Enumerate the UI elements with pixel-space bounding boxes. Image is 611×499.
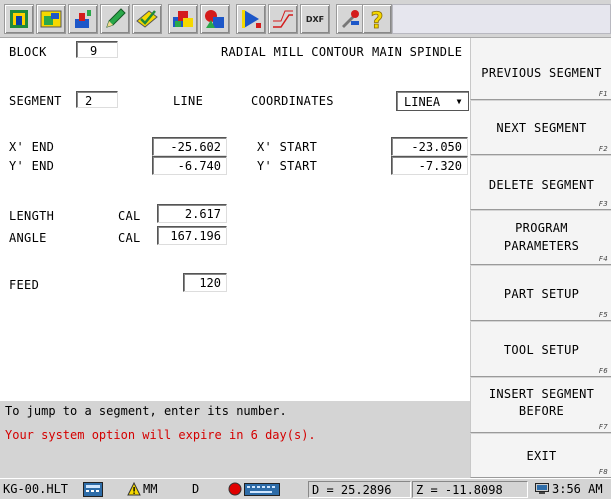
part-setup-label: PART SETUP [503,287,580,301]
next-segment-button[interactable]: NEXT SEGMENT F2 [470,101,611,155]
chevron-down-icon[interactable]: ▼ [452,95,466,108]
block-field[interactable]: 9 [76,41,118,58]
solids-icon[interactable] [168,4,198,34]
dxf-icon[interactable]: DXF [300,4,330,34]
svg-text:?: ? [371,9,384,31]
f5-key-label: F5 [598,311,608,319]
x-start-field[interactable]: -23.050 [391,137,468,156]
block-label: BLOCK [9,45,47,59]
x-end-label: X' END [9,140,55,154]
part-setup-button[interactable]: PART SETUP F5 [470,266,611,321]
softkey-panel: PREVIOUS SEGMENT F1 NEXT SEGMENT F2 DELE… [470,38,611,478]
y-start-field[interactable]: -7.320 [391,156,468,175]
f1-key-label: F1 [598,90,608,98]
hint-message: To jump to a segment, enter its number. [0,401,470,424]
tool-setup-label: TOOL SETUP [503,343,580,357]
angle-cal-label: CAL [118,231,141,245]
coordinates-value: LINEA [404,95,441,109]
calculator-icon[interactable] [83,481,103,497]
path-icon[interactable] [268,4,298,34]
insert-segment-before-button[interactable]: INSERT SEGMENT BEFORE F7 [470,378,611,433]
keyboard-icon[interactable] [244,481,280,497]
toolbar-empty-area [392,4,611,34]
insert-segment-label-line2: BEFORE [518,404,565,418]
y-start-label: Y' START [257,159,318,173]
f4-key-label: F4 [598,255,608,263]
program-parameters-button[interactable]: PROGRAM PARAMETERS F4 [470,211,611,265]
clock: 3:56 AM [552,482,603,496]
tool-setup-button[interactable]: TOOL SETUP F6 [470,322,611,377]
operation-title: RADIAL MILL CONTOUR [221,45,364,59]
previous-segment-button[interactable]: PREVIOUS SEGMENT F1 [470,38,611,100]
length-cal-label: CAL [118,209,141,223]
shapes-icon[interactable] [200,4,230,34]
dxf-label: DXF [305,14,325,24]
toolbar: DXF ? [0,0,611,38]
angle-field[interactable]: 167.196 [157,226,227,245]
monitor-icon [535,481,549,497]
z-readout: Z = -11.8098 [412,481,528,498]
segment-label: SEGMENT [9,94,62,108]
spindle-label: MAIN SPINDLE [372,45,463,59]
warning-icon [127,481,141,497]
previous-segment-label: PREVIOUS SEGMENT [481,66,602,80]
status-light-icon [228,481,242,497]
angle-label: ANGLE [9,231,47,245]
exit-button[interactable]: EXIT F8 [470,434,611,478]
insert-segment-label-line1: INSERT SEGMENT [488,387,595,401]
help-icon[interactable]: ? [362,4,392,34]
status-bar: KG-00.HLT MM D D = 25.2896 Z = -11.8098 … [0,478,611,499]
x-start-label: X' START [257,140,318,154]
segment-form: BLOCK 9 RADIAL MILL CONTOUR MAIN SPINDLE… [0,38,469,400]
run-icon[interactable] [236,4,266,34]
f2-key-label: F2 [598,145,608,153]
delete-segment-button[interactable]: DELETE SEGMENT F3 [470,156,611,210]
coordinates-label: COORDINATES [251,94,334,108]
coordinates-select[interactable]: LINEA ▼ [396,91,469,111]
load-icon[interactable] [36,4,66,34]
segment-type: LINE [173,94,204,108]
length-label: LENGTH [9,209,55,223]
mode-indicator: D [192,482,200,496]
edit-check-icon[interactable] [132,4,162,34]
y-end-field[interactable]: -6.740 [152,156,227,175]
pencil-icon[interactable] [100,4,130,34]
f7-key-label: F7 [598,423,608,431]
f3-key-label: F3 [598,200,608,208]
y-end-label: Y' END [9,159,55,173]
diameter-readout: D = 25.2896 [308,481,411,498]
f6-key-label: F6 [598,367,608,375]
length-field[interactable]: 2.617 [157,204,227,223]
delete-segment-label: DELETE SEGMENT [488,178,595,192]
segment-field[interactable]: 2 [76,91,118,108]
next-segment-label: NEXT SEGMENT [496,121,587,135]
feed-label: FEED [9,278,40,292]
home-icon[interactable] [4,4,34,34]
exit-label: EXIT [526,449,557,463]
units-indicator: MM [143,482,158,496]
program-parameters-label-line2: PARAMETERS [503,239,580,253]
filename: KG-00.HLT [3,482,69,496]
x-end-field[interactable]: -25.602 [152,137,227,156]
program-parameters-label-line1: PROGRAM [515,221,568,235]
insert-part-icon[interactable] [68,4,98,34]
f8-key-label: F8 [598,468,608,476]
warning-message: Your system option will expire in 6 day(… [0,424,470,478]
feed-field[interactable]: 120 [183,273,227,292]
